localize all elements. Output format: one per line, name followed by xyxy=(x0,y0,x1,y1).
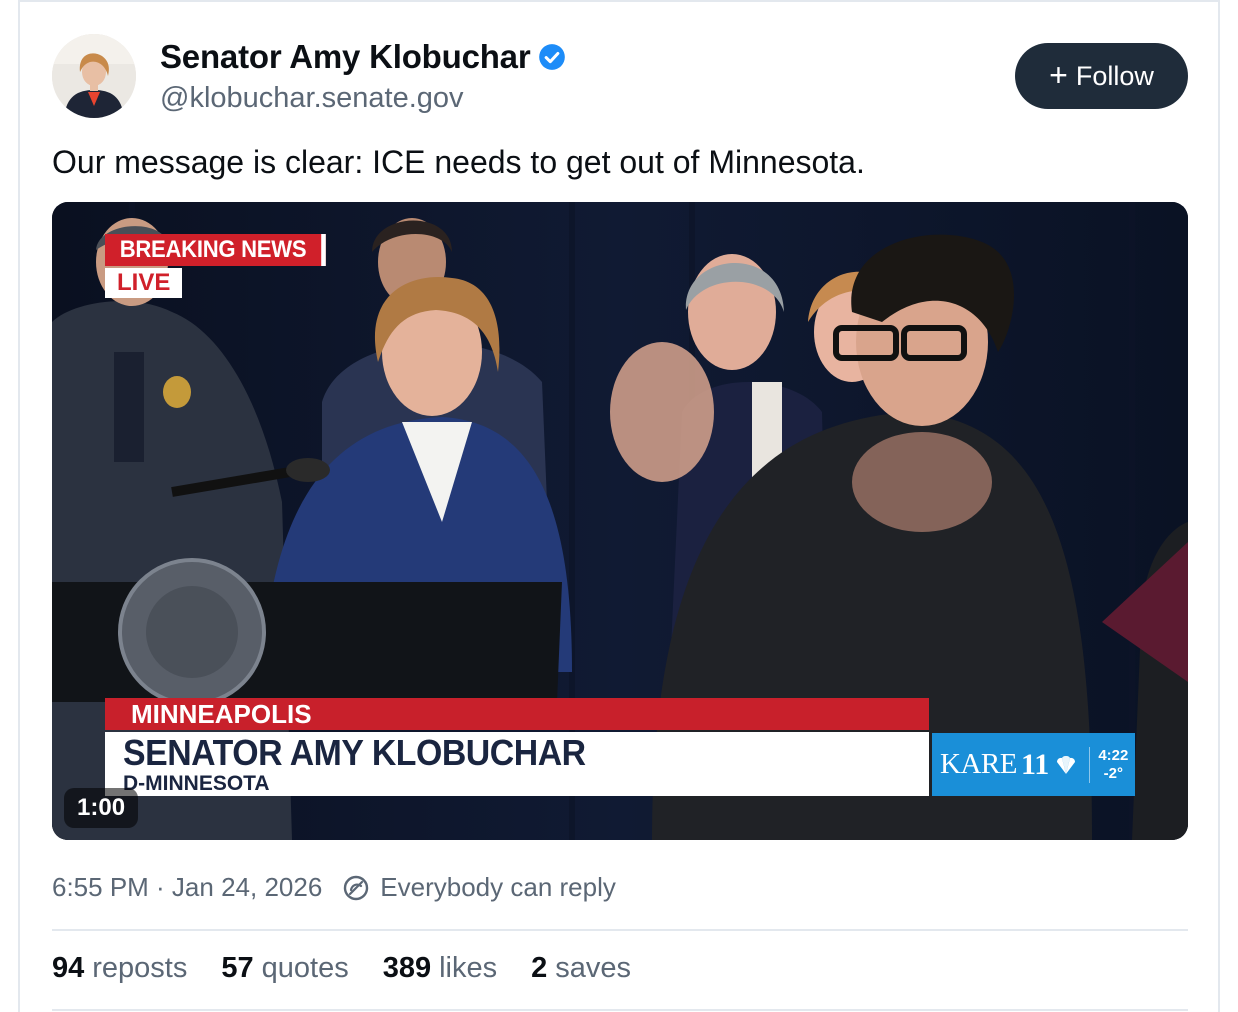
station-temp: -2° xyxy=(1103,764,1123,782)
peacock-icon xyxy=(1057,755,1076,774)
stat-quotes[interactable]: 57 quotes xyxy=(221,952,348,985)
station-number: 11 xyxy=(1020,747,1050,781)
speaker-party: D-MINNESOTA xyxy=(123,772,270,795)
avatar[interactable] xyxy=(52,34,136,118)
video-player[interactable]: BREAKING NEWS LIVE MINNEAPOLIS SENATOR A… xyxy=(52,202,1188,840)
breaking-news-label: BREAKING NEWS xyxy=(105,234,326,266)
plus-icon: + xyxy=(1049,56,1068,93)
reply-settings-icon xyxy=(344,875,369,900)
post-meta: 6:55 PM · Jan 24, 2026 Everybody can rep… xyxy=(52,872,616,903)
bottom-divider xyxy=(52,1009,1188,1011)
speaker-name: SENATOR AMY KLOBUCHAR xyxy=(123,732,586,773)
author-display-name[interactable]: Senator Amy Klobuchar xyxy=(160,38,531,76)
post-stats: 94 reposts 57 quotes 389 likes 2 saves xyxy=(52,952,631,985)
author-name-row: Senator Amy Klobuchar xyxy=(160,38,566,76)
station-name: KARE xyxy=(940,748,1017,780)
author-handle[interactable]: @klobuchar.senate.gov xyxy=(160,82,464,115)
lower-third-location: MINNEAPOLIS xyxy=(105,698,929,730)
divider xyxy=(52,929,1188,931)
stat-reposts[interactable]: 94 reposts xyxy=(52,952,187,985)
station-clock: 4:22 -2° xyxy=(1089,746,1129,783)
follow-label: Follow xyxy=(1075,60,1154,91)
lower-third-name: SENATOR AMY KLOBUCHAR D-MINNESOTA xyxy=(105,732,929,796)
live-label: LIVE xyxy=(105,268,183,298)
station-bug: KARE 11 4:22 -2° xyxy=(932,733,1135,796)
breaking-news-banner: BREAKING NEWS LIVE xyxy=(105,234,345,298)
post-timestamp[interactable]: 6:55 PM · Jan 24, 2026 xyxy=(52,872,322,903)
reply-setting[interactable]: Everybody can reply xyxy=(380,872,616,903)
video-duration: 1:00 xyxy=(64,788,139,828)
verified-badge-icon xyxy=(539,44,566,70)
follow-button[interactable]: + Follow xyxy=(1015,43,1188,109)
stat-saves[interactable]: 2 saves xyxy=(531,952,631,985)
post-text: Our message is clear: ICE needs to get o… xyxy=(52,144,865,180)
station-time: 4:22 xyxy=(1098,746,1129,764)
stat-likes[interactable]: 389 likes xyxy=(383,952,497,985)
